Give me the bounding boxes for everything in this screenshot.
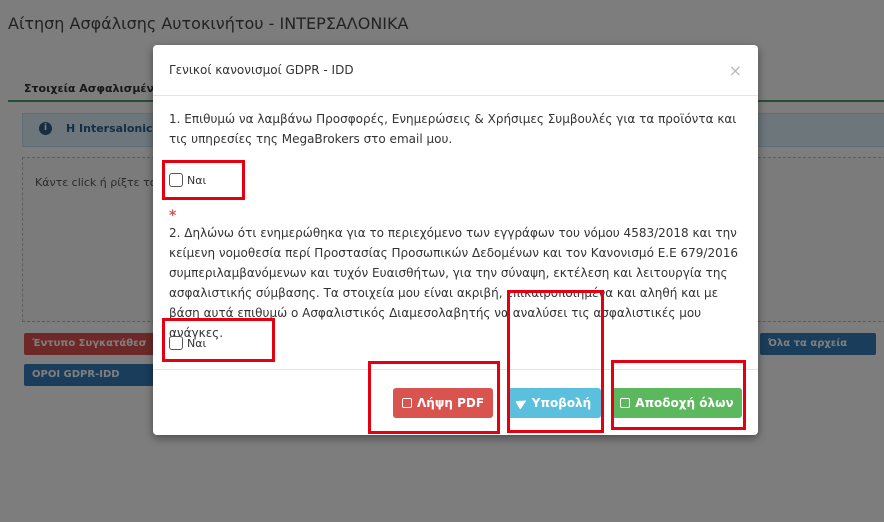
annotation-box-checkbox-1 [162, 160, 245, 200]
modal-header: Γενικοί κανονισμοί GDPR - IDD × [153, 45, 758, 96]
close-icon[interactable]: × [729, 61, 742, 80]
annotation-box-checkbox-2 [162, 318, 275, 362]
question-1-text: 1. Επιθυμώ να λαμβάνω Προσφορές, Ενημερώ… [169, 112, 737, 146]
annotation-box-accept-button [611, 360, 746, 430]
annotation-box-pdf-button [368, 361, 500, 434]
modal-title: Γενικοί κανονισμοί GDPR - IDD [169, 63, 354, 77]
annotation-box-submit-button [507, 290, 604, 433]
required-marker: * [169, 208, 177, 224]
